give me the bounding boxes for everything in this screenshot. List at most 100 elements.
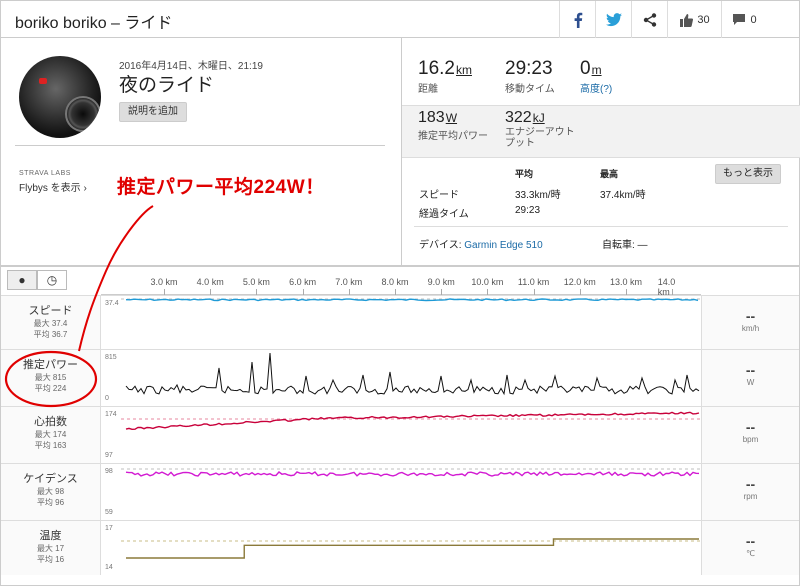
series-name: ケイデンス <box>23 473 78 485</box>
row-label[interactable]: 心拍数 最大 174 平均 163 <box>1 407 101 463</box>
kudos-count: 30 <box>697 13 710 26</box>
table-header-max: 最高 <box>600 169 619 179</box>
distance-value: 16.2 <box>418 58 455 79</box>
elevation-unit: m <box>591 63 602 77</box>
unit-label: W <box>746 378 755 387</box>
unit-label: km/h <box>741 324 760 333</box>
x-tick-label: 4.0 km <box>196 277 224 287</box>
series-line <box>125 352 700 396</box>
facebook-icon <box>574 12 582 28</box>
row-current-value: -- rpm <box>701 464 799 520</box>
row-label[interactable]: 推定パワー 最大 815 平均 224 <box>1 350 101 406</box>
x-tick-label: 10.0 km <box>471 277 504 287</box>
avatar[interactable] <box>19 56 101 138</box>
activity-summary: 2016年4月14日、木曜日、21:19 夜のライド 説明を追加 STRAVA … <box>0 38 800 266</box>
flyby-link[interactable]: Flybys を表示 › <box>19 179 87 194</box>
flyby-label: Flybys を表示 <box>19 183 81 194</box>
series-name: スピード <box>28 305 73 317</box>
thumbs-up-icon <box>680 13 694 27</box>
series-max: 最大 98 <box>36 487 65 496</box>
page-title: boriko boriko – ライド <box>15 15 173 32</box>
series-plot[interactable] <box>101 407 701 464</box>
current-value: -- <box>745 476 756 492</box>
share-button[interactable] <box>631 1 667 38</box>
moving-time-value: 29:23 <box>505 58 553 79</box>
tab-time[interactable]: ◷ <box>37 270 67 290</box>
device-link[interactable]: Garmin Edge 510 <box>464 240 542 251</box>
camera-logo <box>39 78 47 84</box>
series-plot[interactable] <box>101 521 701 576</box>
series-line <box>126 538 699 559</box>
chart-row: 温度 最大 17 平均 16 17 14 -- ℃ <box>1 520 799 575</box>
series-max: 最大 17 <box>36 544 65 553</box>
chart-row: ケイデンス 最大 98 平均 96 98 59 -- rpm <box>1 463 799 520</box>
bike-info: 自転車: — <box>602 240 648 251</box>
divider <box>15 145 385 146</box>
table-row-speed-label: スピード <box>419 190 459 201</box>
row-current-value: -- ℃ <box>701 521 799 575</box>
series-line <box>125 298 699 302</box>
row-current-value: -- bpm <box>701 407 799 463</box>
row-label[interactable]: ケイデンス 最大 98 平均 96 <box>1 464 101 520</box>
clock-icon: ◷ <box>46 273 58 287</box>
series-plot[interactable] <box>101 464 701 521</box>
series-name: 温度 <box>39 530 62 542</box>
comment-count: 0 <box>750 13 757 26</box>
series-max: 最大 174 <box>34 430 67 439</box>
series-avg: 平均 36.7 <box>33 330 68 339</box>
chart-row: スピード 最大 37.4 平均 36.7 37.4 -- km/h <box>1 295 799 349</box>
power-label: 推定平均パワー <box>418 131 488 142</box>
series-plot[interactable] <box>101 350 701 407</box>
series-max: 最大 815 <box>34 373 67 382</box>
energy-value: 322 <box>505 109 532 126</box>
series-line <box>125 411 700 431</box>
current-value: -- <box>745 362 756 378</box>
row-label[interactable]: 温度 最大 17 平均 16 <box>1 521 101 575</box>
device-label: デバイス: <box>419 240 462 251</box>
activity-name: 夜のライド <box>119 75 215 96</box>
share-icon <box>643 12 656 27</box>
series-plot[interactable] <box>101 296 701 350</box>
moving-time-label: 移動タイム <box>505 84 555 95</box>
power-value: 183 <box>418 109 445 126</box>
energy-label: エナジーアウト プット <box>505 127 575 149</box>
unit-label: bpm <box>742 435 759 444</box>
distance-stat: 16.2km 距離 <box>418 58 472 95</box>
x-tick-label: 5.0 km <box>242 277 270 287</box>
kudos-button[interactable]: 30 <box>667 1 721 38</box>
divider <box>414 226 788 227</box>
energy-stat: 322kJ エナジーアウト プット <box>505 109 585 149</box>
elevation-stat: 0m 高度(?) <box>580 58 612 95</box>
series-avg: 平均 96 <box>36 498 65 507</box>
twitter-share-button[interactable] <box>595 1 631 38</box>
moving-time-stat: 29:23 移動タイム <box>505 58 555 95</box>
show-more-button[interactable]: もっと表示 <box>715 164 781 184</box>
current-value: -- <box>745 419 756 435</box>
table-speed-avg: 33.3km/時 <box>515 190 561 201</box>
series-max: 最大 37.4 <box>33 319 68 328</box>
row-label[interactable]: スピード 最大 37.4 平均 36.7 <box>1 296 101 349</box>
comment-button[interactable]: 0 <box>721 1 767 38</box>
table-header-avg: 平均 <box>515 169 534 179</box>
chevron-right-icon: › <box>83 183 87 194</box>
facebook-share-button[interactable] <box>559 1 595 38</box>
strava-labs-label: STRAVA LABS <box>19 170 71 177</box>
twitter-icon <box>605 12 622 26</box>
x-tick-label: 12.0 km <box>563 277 596 287</box>
table-speed-max: 37.4km/時 <box>600 190 646 201</box>
x-tick-label: 9.0 km <box>427 277 455 287</box>
table-row-elapsed-label: 経過タイム <box>419 209 469 220</box>
map-pin-icon: ● <box>18 273 26 287</box>
x-tick-label: 11.0 km <box>517 277 550 287</box>
row-current-value: -- W <box>701 350 799 406</box>
page-header: boriko boriko – ライド 30 0 <box>0 0 800 38</box>
power-stats-box: 183W 推定平均パワー 322kJ エナジーアウト プット <box>402 105 800 158</box>
x-tick-label: 8.0 km <box>381 277 409 287</box>
series-line <box>125 471 700 477</box>
add-description-button[interactable]: 説明を追加 <box>119 102 187 122</box>
elevation-label[interactable]: 高度(?) <box>580 80 612 95</box>
device-info: デバイス: Garmin Edge 510 <box>419 236 543 251</box>
series-name: 推定パワー <box>23 359 78 371</box>
tab-distance[interactable]: ● <box>7 270 37 290</box>
chart-row: 心拍数 最大 174 平均 163 174 97 -- bpm <box>1 406 799 463</box>
